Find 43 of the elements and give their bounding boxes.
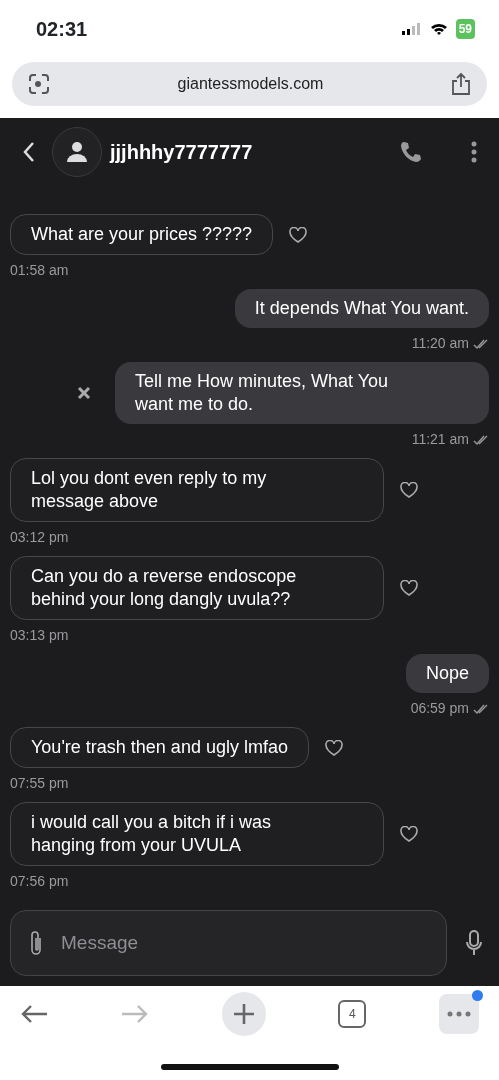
new-tab-button[interactable]: [221, 992, 266, 1036]
plus-icon: [232, 1003, 255, 1025]
back-icon[interactable]: [22, 141, 36, 163]
heart-icon[interactable]: [289, 226, 308, 243]
message-bubble: It depends What You want.: [234, 289, 489, 328]
paperclip-icon[interactable]: [29, 930, 43, 956]
message-bubble: Nope: [405, 654, 489, 693]
microphone-icon[interactable]: [465, 930, 483, 956]
wifi-icon: [429, 22, 448, 36]
message-time: 11:20 am: [411, 335, 469, 352]
url-text[interactable]: giantessmodels.com: [177, 72, 324, 96]
message-time: 11:21 am: [411, 431, 469, 448]
heart-icon[interactable]: [324, 739, 343, 756]
share-icon[interactable]: [451, 72, 471, 96]
message-time: 03:13 pm: [10, 627, 69, 643]
clock-time: 02:31: [36, 17, 88, 42]
back-arrow-icon[interactable]: [20, 1004, 48, 1024]
message-bubble: i would call you a bitch if i was hanging from your UVULA: [10, 802, 384, 866]
message-time: 01:58 am: [10, 262, 69, 278]
message-time: 07:55 pm: [10, 775, 69, 791]
message-input[interactable]: Message: [59, 927, 428, 959]
battery-level: 59: [455, 19, 475, 39]
more-icon[interactable]: [471, 141, 477, 163]
contact-name: jjjhhhy7777777: [110, 140, 254, 165]
tab-count[interactable]: 4: [338, 1000, 367, 1028]
message-bubble: What are your prices ?????: [10, 214, 274, 255]
heart-icon[interactable]: [400, 580, 418, 596]
heart-icon[interactable]: [400, 826, 418, 842]
message-bubble: Tell me How minutes, What You want me to do.: [115, 362, 489, 424]
message-time: 07:56 pm: [10, 873, 69, 889]
lens-icon[interactable]: [28, 73, 50, 95]
message-time: 03:12 pm: [10, 529, 69, 545]
message-bubble: You're trash then and ugly lmfao: [10, 727, 309, 768]
phone-icon[interactable]: [399, 140, 423, 164]
message-bubble: Can you do a reverse endoscope behind your long dangly uvula??: [10, 556, 384, 620]
message-bubble: Lol you dont even reply to my message above: [10, 458, 384, 522]
close-icon[interactable]: [77, 386, 91, 400]
message-field[interactable]: Message: [10, 910, 447, 976]
message-time: 06:59 pm: [410, 700, 469, 717]
avatar: [52, 127, 102, 177]
heart-icon[interactable]: [400, 482, 418, 498]
signal-icon: [401, 23, 422, 35]
dots-icon: [447, 1011, 471, 1017]
